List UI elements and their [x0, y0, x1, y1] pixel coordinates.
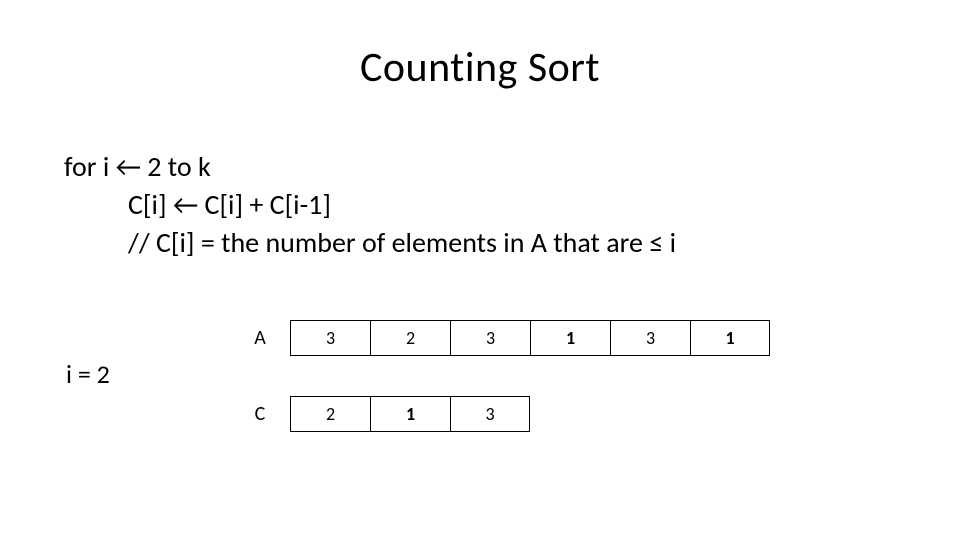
array-c-cell: 2	[290, 396, 370, 432]
array-a-cells: 3 2 3 1 3 1	[290, 320, 770, 356]
pseudocode-block: for i ← 2 to k C[i] ← C[i] + C[i-1] // C…	[64, 148, 676, 261]
array-a-cell: 3	[450, 320, 530, 356]
array-a-cell: 3	[290, 320, 370, 356]
code-line-3: // C[i] = the number of elements in A th…	[64, 224, 676, 262]
iteration-label: i = 2	[66, 358, 110, 390]
array-a-cell: 1	[690, 320, 770, 356]
array-a-cell: 3	[610, 320, 690, 356]
array-c-cells: 2 1 3	[290, 396, 530, 432]
array-a-cell: 2	[370, 320, 450, 356]
array-c-cell: 3	[450, 396, 530, 432]
array-a-row: A 3 2 3 1 3 1	[230, 320, 770, 356]
slide-title: Counting Sort	[0, 42, 960, 93]
code-line-1: for i ← 2 to k	[64, 148, 676, 186]
code-line-2: C[i] ← C[i] + C[i-1]	[64, 186, 676, 224]
array-c-row: C 2 1 3	[230, 396, 530, 432]
slide: Counting Sort for i ← 2 to k C[i] ← C[i]…	[0, 0, 960, 540]
array-c-cell: 1	[370, 396, 450, 432]
array-c-label: C	[230, 402, 290, 426]
array-a-label: A	[230, 326, 290, 350]
array-a-cell: 1	[530, 320, 610, 356]
